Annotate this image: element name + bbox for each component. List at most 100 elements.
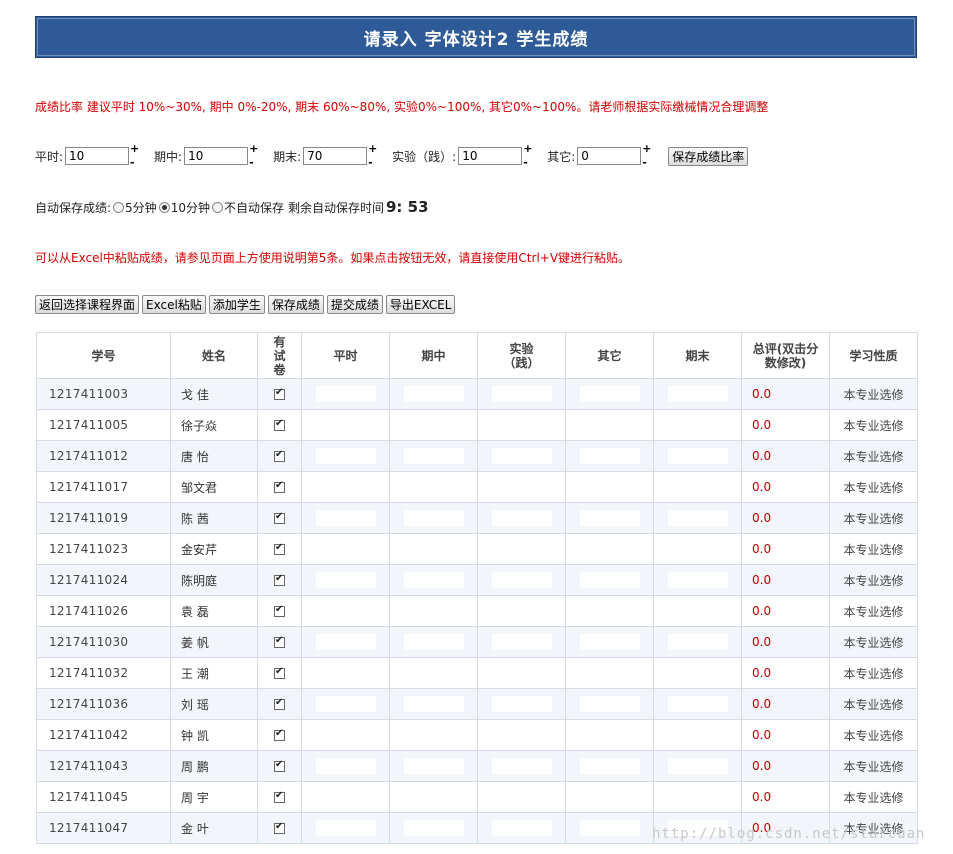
total-score-cell[interactable]: 0.0 bbox=[741, 719, 830, 751]
has-paper-checkbox[interactable] bbox=[274, 573, 285, 586]
score-experiment-input[interactable] bbox=[491, 417, 552, 433]
score-usual-input[interactable] bbox=[315, 541, 376, 557]
has-paper-checkbox[interactable] bbox=[274, 418, 285, 431]
has-paper-checkbox[interactable] bbox=[274, 604, 285, 617]
submit-scores-button[interactable]: 提交成绩 bbox=[326, 295, 383, 314]
total-score-cell[interactable]: 0.0 bbox=[741, 471, 830, 503]
ratio-midterm-input[interactable] bbox=[184, 147, 249, 165]
score-usual-input[interactable] bbox=[315, 417, 376, 433]
radio-5min[interactable] bbox=[113, 201, 125, 213]
total-score-cell[interactable]: 0.0 bbox=[741, 564, 830, 596]
score-usual-input[interactable] bbox=[315, 758, 376, 774]
minus-icon[interactable]: - bbox=[130, 157, 140, 168]
score-other-input[interactable] bbox=[579, 789, 640, 805]
score-experiment-input[interactable] bbox=[491, 634, 552, 650]
total-score-cell[interactable]: 0.0 bbox=[741, 409, 830, 441]
score-other-input[interactable] bbox=[579, 758, 640, 774]
ratio-experiment-input[interactable] bbox=[458, 147, 523, 165]
score-other-input[interactable] bbox=[579, 417, 640, 433]
score-midterm-input[interactable] bbox=[403, 572, 464, 588]
score-midterm-input[interactable] bbox=[403, 417, 464, 433]
score-other-input[interactable] bbox=[579, 386, 640, 402]
score-usual-input[interactable] bbox=[315, 634, 376, 650]
score-usual-input[interactable] bbox=[315, 603, 376, 619]
score-experiment-input[interactable] bbox=[491, 665, 552, 681]
score-final-input[interactable] bbox=[667, 479, 728, 495]
score-usual-input[interactable] bbox=[315, 510, 376, 526]
plus-icon[interactable]: + bbox=[523, 143, 533, 154]
has-paper-checkbox[interactable] bbox=[274, 666, 285, 679]
score-midterm-input[interactable] bbox=[403, 789, 464, 805]
ratio-usual-input[interactable] bbox=[65, 147, 130, 165]
score-midterm-input[interactable] bbox=[403, 448, 464, 464]
ratio-final-input[interactable] bbox=[303, 147, 368, 165]
score-experiment-input[interactable] bbox=[491, 448, 552, 464]
score-midterm-input[interactable] bbox=[403, 479, 464, 495]
score-other-input[interactable] bbox=[579, 727, 640, 743]
score-midterm-input[interactable] bbox=[403, 541, 464, 557]
has-paper-checkbox[interactable] bbox=[274, 542, 285, 555]
score-usual-input[interactable] bbox=[315, 820, 376, 836]
score-midterm-input[interactable] bbox=[403, 727, 464, 743]
score-usual-input[interactable] bbox=[315, 479, 376, 495]
score-final-input[interactable] bbox=[667, 727, 728, 743]
score-other-input[interactable] bbox=[579, 572, 640, 588]
export-excel-button[interactable]: 导出EXCEL bbox=[385, 295, 456, 314]
score-experiment-input[interactable] bbox=[491, 603, 552, 619]
score-midterm-input[interactable] bbox=[403, 386, 464, 402]
minus-icon[interactable]: - bbox=[368, 157, 378, 168]
total-score-cell[interactable]: 0.0 bbox=[741, 781, 830, 813]
score-experiment-input[interactable] bbox=[491, 758, 552, 774]
score-final-input[interactable] bbox=[667, 665, 728, 681]
has-paper-checkbox[interactable] bbox=[274, 449, 285, 462]
ratio-other-input[interactable] bbox=[577, 147, 642, 165]
has-paper-checkbox[interactable] bbox=[274, 821, 285, 834]
has-paper-checkbox[interactable] bbox=[274, 790, 285, 803]
score-final-input[interactable] bbox=[667, 510, 728, 526]
score-other-input[interactable] bbox=[579, 820, 640, 836]
score-experiment-input[interactable] bbox=[491, 696, 552, 712]
has-paper-checkbox[interactable] bbox=[274, 511, 285, 524]
score-experiment-input[interactable] bbox=[491, 572, 552, 588]
score-final-input[interactable] bbox=[667, 696, 728, 712]
total-score-cell[interactable]: 0.0 bbox=[741, 750, 830, 782]
total-score-cell[interactable]: 0.0 bbox=[741, 626, 830, 658]
score-other-input[interactable] bbox=[579, 479, 640, 495]
save-scores-button[interactable]: 保存成绩 bbox=[267, 295, 324, 314]
total-score-cell[interactable]: 0.0 bbox=[741, 595, 830, 627]
score-usual-input[interactable] bbox=[315, 789, 376, 805]
has-paper-checkbox[interactable] bbox=[274, 387, 285, 400]
score-experiment-input[interactable] bbox=[491, 820, 552, 836]
score-usual-input[interactable] bbox=[315, 727, 376, 743]
has-paper-checkbox[interactable] bbox=[274, 635, 285, 648]
back-button[interactable]: 返回选择课程界面 bbox=[35, 295, 140, 314]
plus-icon[interactable]: + bbox=[249, 143, 259, 154]
excel-paste-button[interactable]: Excel粘贴 bbox=[142, 295, 206, 314]
total-score-cell[interactable]: 0.0 bbox=[741, 688, 830, 720]
score-final-input[interactable] bbox=[667, 417, 728, 433]
score-final-input[interactable] bbox=[667, 758, 728, 774]
score-midterm-input[interactable] bbox=[403, 820, 464, 836]
has-paper-checkbox[interactable] bbox=[274, 728, 285, 741]
score-usual-input[interactable] bbox=[315, 665, 376, 681]
has-paper-checkbox[interactable] bbox=[274, 480, 285, 493]
radio-10min[interactable] bbox=[158, 201, 170, 213]
score-midterm-input[interactable] bbox=[403, 510, 464, 526]
score-final-input[interactable] bbox=[667, 789, 728, 805]
score-experiment-input[interactable] bbox=[491, 510, 552, 526]
has-paper-checkbox[interactable] bbox=[274, 697, 285, 710]
minus-icon[interactable]: - bbox=[523, 157, 533, 168]
score-final-input[interactable] bbox=[667, 541, 728, 557]
plus-icon[interactable]: + bbox=[642, 143, 652, 154]
score-usual-input[interactable] bbox=[315, 696, 376, 712]
score-experiment-input[interactable] bbox=[491, 479, 552, 495]
score-other-input[interactable] bbox=[579, 510, 640, 526]
plus-icon[interactable]: + bbox=[130, 143, 140, 154]
score-experiment-input[interactable] bbox=[491, 386, 552, 402]
score-other-input[interactable] bbox=[579, 665, 640, 681]
score-final-input[interactable] bbox=[667, 386, 728, 402]
score-midterm-input[interactable] bbox=[403, 603, 464, 619]
score-experiment-input[interactable] bbox=[491, 727, 552, 743]
score-midterm-input[interactable] bbox=[403, 634, 464, 650]
score-final-input[interactable] bbox=[667, 603, 728, 619]
